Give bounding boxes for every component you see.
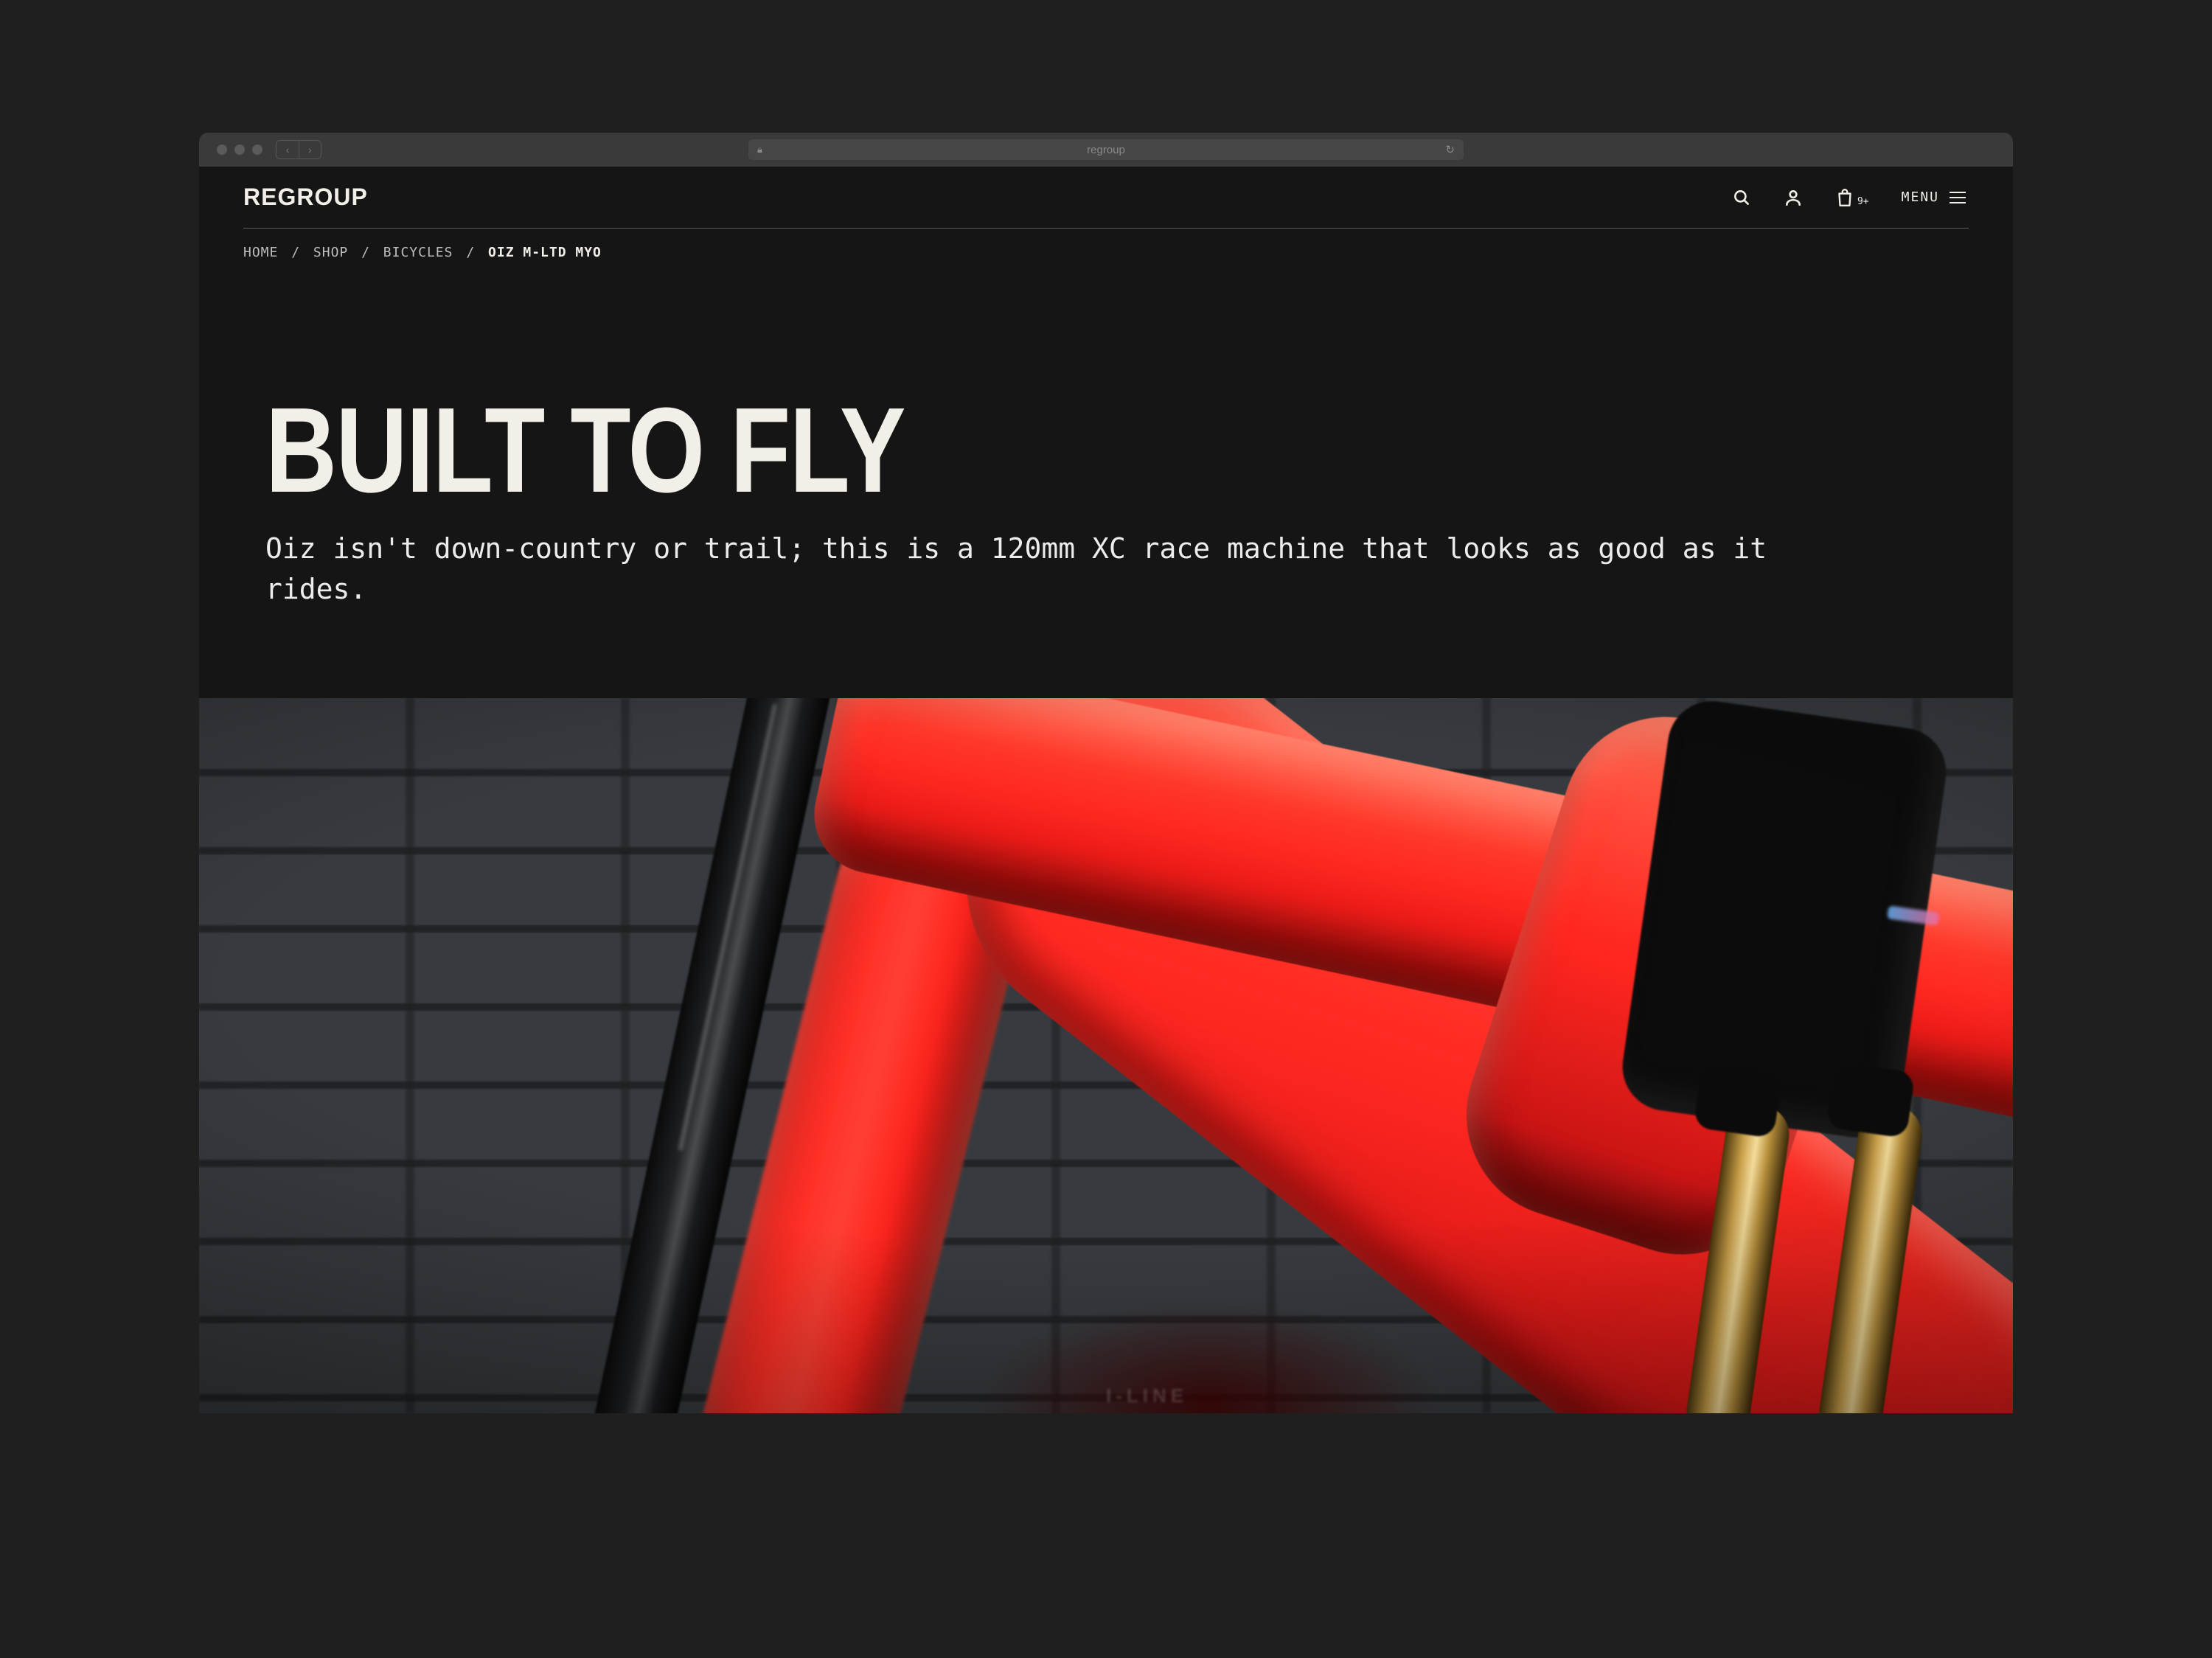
- window-close-button[interactable]: [217, 144, 227, 155]
- breadcrumb-bicycles[interactable]: BICYCLES: [383, 245, 453, 260]
- browser-chrome: ‹ › 🔒︎ regroup ↻: [199, 133, 2013, 167]
- chevron-left-icon: ‹: [286, 144, 290, 156]
- cart-badge: 9+: [1857, 196, 1869, 207]
- breadcrumb-separator: /: [466, 245, 475, 260]
- window-zoom-button[interactable]: [252, 144, 262, 155]
- account-icon[interactable]: [1784, 188, 1803, 207]
- breadcrumb: HOME / SHOP / BICYCLES / OIZ M-LTD MYO: [243, 229, 1969, 260]
- hamburger-icon: [1950, 192, 1966, 203]
- shopping-bag-icon: [1835, 187, 1854, 208]
- header-actions: 9+ MENU: [1732, 187, 1969, 208]
- browser-url-text: regroup: [1087, 144, 1125, 156]
- lock-icon: 🔒︎: [757, 144, 762, 156]
- site-header: REGROUP 9+ MENU: [243, 167, 1969, 229]
- hero-title: BUILT TO FLY: [265, 393, 1662, 508]
- breadcrumb-separator: /: [291, 245, 300, 260]
- browser-back-button[interactable]: ‹: [276, 141, 299, 159]
- cart-button[interactable]: 9+: [1835, 187, 1869, 208]
- breadcrumb-shop[interactable]: SHOP: [313, 245, 348, 260]
- browser-forward-button[interactable]: ›: [299, 141, 321, 159]
- window-minimize-button[interactable]: [234, 144, 245, 155]
- window-controls: [217, 144, 262, 155]
- hero-subtitle: Oiz isn't down-country or trail; this is…: [265, 529, 1858, 610]
- breadcrumb-separator: /: [361, 245, 370, 260]
- hero-section: BUILT TO FLY Oiz isn't down-country or t…: [243, 260, 1969, 698]
- page-content: REGROUP 9+ MENU: [199, 167, 2013, 1413]
- browser-window: ‹ › 🔒︎ regroup ↻ REGROUP: [199, 133, 2013, 1413]
- chevron-right-icon: ›: [308, 144, 312, 156]
- breadcrumb-home[interactable]: HOME: [243, 245, 278, 260]
- site-logo[interactable]: REGROUP: [243, 184, 368, 211]
- menu-label: MENU: [1902, 189, 1939, 205]
- breadcrumb-current: OIZ M-LTD MYO: [488, 245, 602, 260]
- browser-url-bar[interactable]: 🔒︎ regroup ↻: [748, 139, 1464, 160]
- search-icon[interactable]: [1732, 188, 1751, 207]
- browser-nav-arrows: ‹ ›: [276, 140, 321, 159]
- hero-image: I-LINE: [199, 698, 2013, 1413]
- menu-button[interactable]: MENU: [1902, 189, 1969, 205]
- refresh-icon[interactable]: ↻: [1445, 143, 1455, 156]
